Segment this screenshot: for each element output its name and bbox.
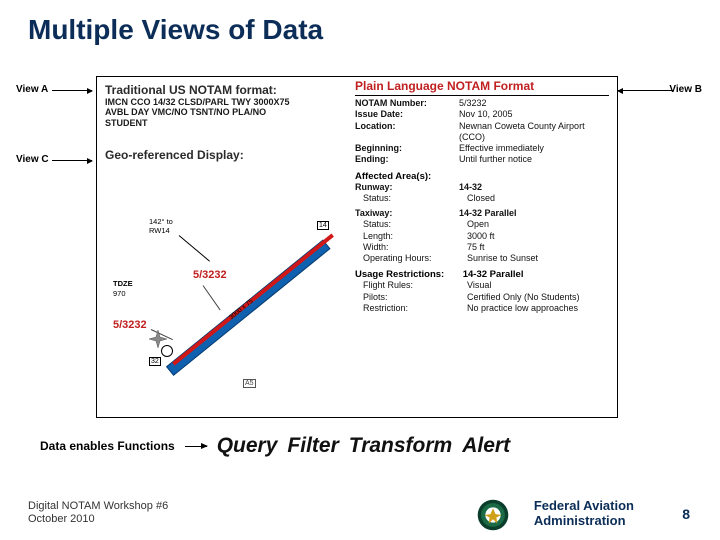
kv-value: 5/3232: [459, 98, 609, 109]
kv-label: [355, 132, 459, 143]
aircraft-icon: [148, 329, 168, 349]
label-view-b: View B: [669, 84, 702, 95]
footer-org: Federal Aviation Administration: [534, 499, 634, 528]
kv-value: Certified Only (No Students): [467, 292, 609, 303]
arrow-right-icon: [185, 446, 207, 447]
kv-label: Runway:: [355, 182, 459, 193]
subheading-usage: Usage Restrictions: 14-32 Parallel: [355, 269, 609, 280]
footer-line1: Digital NOTAM Workshop #6: [28, 500, 168, 513]
heading-view-a: Traditional US NOTAM format:: [105, 83, 345, 97]
footer: Digital NOTAM Workshop #6 October 2010 F…: [0, 490, 720, 540]
taxiway-bar-icon: [172, 234, 334, 366]
arrow-b-icon: [618, 90, 674, 91]
arrow-a-icon: [52, 90, 92, 91]
runway-graphic: 3000 x 75 14 32: [153, 229, 333, 379]
geo-display: 142° to RW14 TDZE 970 3000 x 75 14 32 5/…: [113, 211, 353, 411]
footer-org-line2: Administration: [534, 514, 634, 528]
footer-org-line1: Federal Aviation: [534, 499, 634, 513]
heading-view-c: Geo-referenced Display:: [105, 148, 345, 162]
kv-value: 3000 ft: [467, 231, 609, 242]
kv-value: Visual: [467, 280, 609, 291]
kv-label: Restriction:: [355, 303, 467, 314]
functions-lead: Data enables Functions: [40, 439, 175, 453]
fn-query: Query: [217, 434, 278, 458]
tdze-value: 970: [113, 289, 126, 298]
kv-label: Operating Hours:: [355, 253, 467, 264]
notam-raw-line: STUDENT: [105, 118, 295, 128]
kv-label: Length:: [355, 231, 467, 242]
notam-raw-line: AVBL DAY VMC/NO TSNT/NO PLA/NO: [105, 107, 295, 117]
label-view-c: View C: [16, 154, 49, 165]
notam-raw-line: IMCN CCO 14/32 CLSD/PARL TWY 3000X75: [105, 97, 295, 107]
kv-label: Status:: [355, 219, 467, 230]
kv-label: Taxiway:: [355, 208, 459, 219]
kv-value: Open: [467, 219, 609, 230]
kv-value: 14-32 Parallel: [459, 208, 609, 219]
kv-label: Ending:: [355, 154, 459, 165]
geo-ref-2: 5/3232: [113, 319, 147, 331]
kv-label: Beginning:: [355, 143, 459, 154]
column-right: Plain Language NOTAM Format NOTAM Number…: [355, 79, 609, 314]
rw-end-box-32: 32: [149, 357, 161, 366]
label-view-a: View A: [16, 84, 48, 95]
kv-label: Flight Rules:: [355, 280, 467, 291]
geo-ref-1: 5/3232: [193, 269, 227, 281]
page-number: 8: [682, 506, 690, 522]
kv-value: 14-32 Parallel: [463, 269, 524, 280]
kv-value: Nov 10, 2005: [459, 109, 609, 120]
fn-transform: Transform: [349, 434, 452, 458]
rw-end-box-14: 14: [317, 221, 329, 230]
fn-alert: Alert: [462, 434, 510, 458]
kv-value: Closed: [467, 193, 609, 204]
footer-line2: October 2010: [28, 513, 168, 526]
kv-value: Newnan Coweta County Airport: [459, 121, 609, 132]
kv-label: NOTAM Number:: [355, 98, 459, 109]
kv-value: Until further notice: [459, 154, 609, 165]
kv-label: Location:: [355, 121, 459, 132]
kv-value: 75 ft: [467, 242, 609, 253]
kv-label: Pilots:: [355, 292, 467, 303]
arrow-c-icon: [52, 160, 92, 161]
footer-left: Digital NOTAM Workshop #6 October 2010: [28, 500, 168, 526]
kv-value: No practice low approaches: [467, 303, 609, 314]
kv-label: Usage Restrictions:: [355, 269, 444, 280]
slide: Multiple Views of Data View A View C Vie…: [0, 0, 720, 540]
kv-label: Status:: [355, 193, 467, 204]
page-title: Multiple Views of Data: [28, 14, 323, 46]
kv-label: Width:: [355, 242, 467, 253]
faa-logo-icon: [476, 498, 510, 532]
kv-value: (CCO): [459, 132, 609, 143]
kv-value: Effective immediately: [459, 143, 609, 154]
subheading-affected: Affected Area(s):: [355, 171, 609, 182]
kv-value: Sunrise to Sunset: [467, 253, 609, 264]
content-frame: Traditional US NOTAM format: IMCN CCO 14…: [96, 76, 618, 418]
column-left: Traditional US NOTAM format: IMCN CCO 14…: [105, 83, 345, 162]
a5-marker: A5: [243, 379, 256, 388]
kv-value: 14-32: [459, 182, 609, 193]
tdze-label: TDZE: [113, 279, 133, 288]
functions-row: Data enables Functions Query Filter Tran…: [40, 434, 680, 458]
fn-filter: Filter: [287, 434, 338, 458]
geo-callout-line1: 142° to: [149, 217, 173, 226]
kv-label: Issue Date:: [355, 109, 459, 120]
heading-view-b: Plain Language NOTAM Format: [355, 79, 609, 96]
